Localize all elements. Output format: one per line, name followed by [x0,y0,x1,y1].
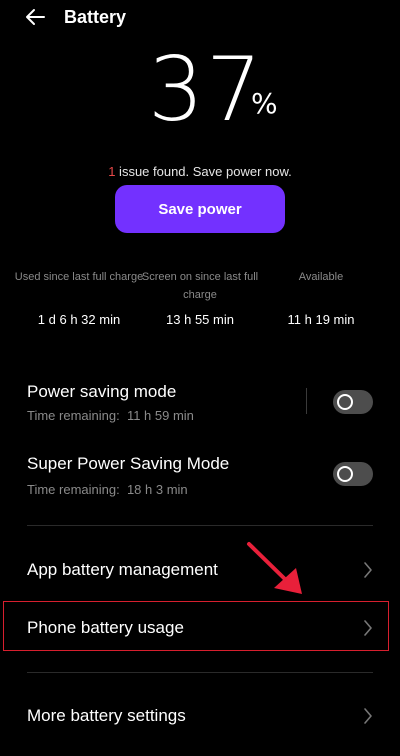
stat-label: Used since last full charge [14,271,144,283]
app-battery-management-row[interactable]: App battery management [0,556,400,586]
stat-value: 1 d 6 h 32 min [37,312,121,327]
back-button[interactable] [20,4,50,30]
chevron-right-icon [360,618,376,638]
stat-label: Available [298,271,344,283]
section-divider [27,525,373,526]
row-title: App battery management [27,560,218,579]
stat-used-since-charge: Used since last full charge 1 d 6 h 32 m… [14,268,144,328]
super-power-saving-toggle[interactable] [333,462,373,486]
battery-percent-sign: % [251,87,278,120]
stat-label: Screen on since last full charge [141,271,259,301]
row-title: Super Power Saving Mode [27,454,230,473]
stat-value: 11 h 19 min [287,312,355,327]
row-title: Phone battery usage [27,618,184,637]
toggle-knob [337,394,353,410]
divider [306,388,307,414]
battery-percentage: 37 % [0,44,400,144]
chevron-right-icon [360,706,376,726]
stat-available: Available 11 h 19 min [256,268,386,328]
chevron-right-icon [360,560,376,580]
save-power-button[interactable]: Save power [115,185,285,233]
power-saving-mode-row[interactable]: Power saving mode Time remaining: 11 h 5… [0,380,400,430]
stat-screen-on: Screen on since last full charge 13 h 55… [135,268,265,328]
page-title: Battery [64,7,127,27]
stat-value: 13 h 55 min [166,312,234,327]
issue-message: 1 issue found. Save power now. [0,164,400,180]
super-power-saving-row[interactable]: Super Power Saving Mode Time remaining: … [0,452,400,502]
row-subtitle: Time remaining: 11 h 59 min [27,408,194,423]
more-battery-settings-row[interactable]: More battery settings [0,702,400,732]
row-subtitle: Time remaining: 18 h 3 min [27,482,188,497]
battery-screen: Battery 37 % 1 issue found. Save power n… [0,0,400,756]
battery-percent-value: 37 [148,38,264,141]
power-saving-toggle[interactable] [333,390,373,414]
phone-battery-usage-row[interactable]: Phone battery usage [0,614,400,644]
row-title: Power saving mode [27,382,177,401]
toggle-knob [337,466,353,482]
section-divider [27,672,373,673]
issue-text: issue found. Save power now. [115,164,292,179]
pointer-arrow-icon [247,542,302,594]
arrow-left-icon [26,9,45,25]
header: Battery [0,0,400,36]
row-title: More battery settings [27,706,186,725]
battery-stats: Used since last full charge 1 d 6 h 32 m… [0,268,400,338]
